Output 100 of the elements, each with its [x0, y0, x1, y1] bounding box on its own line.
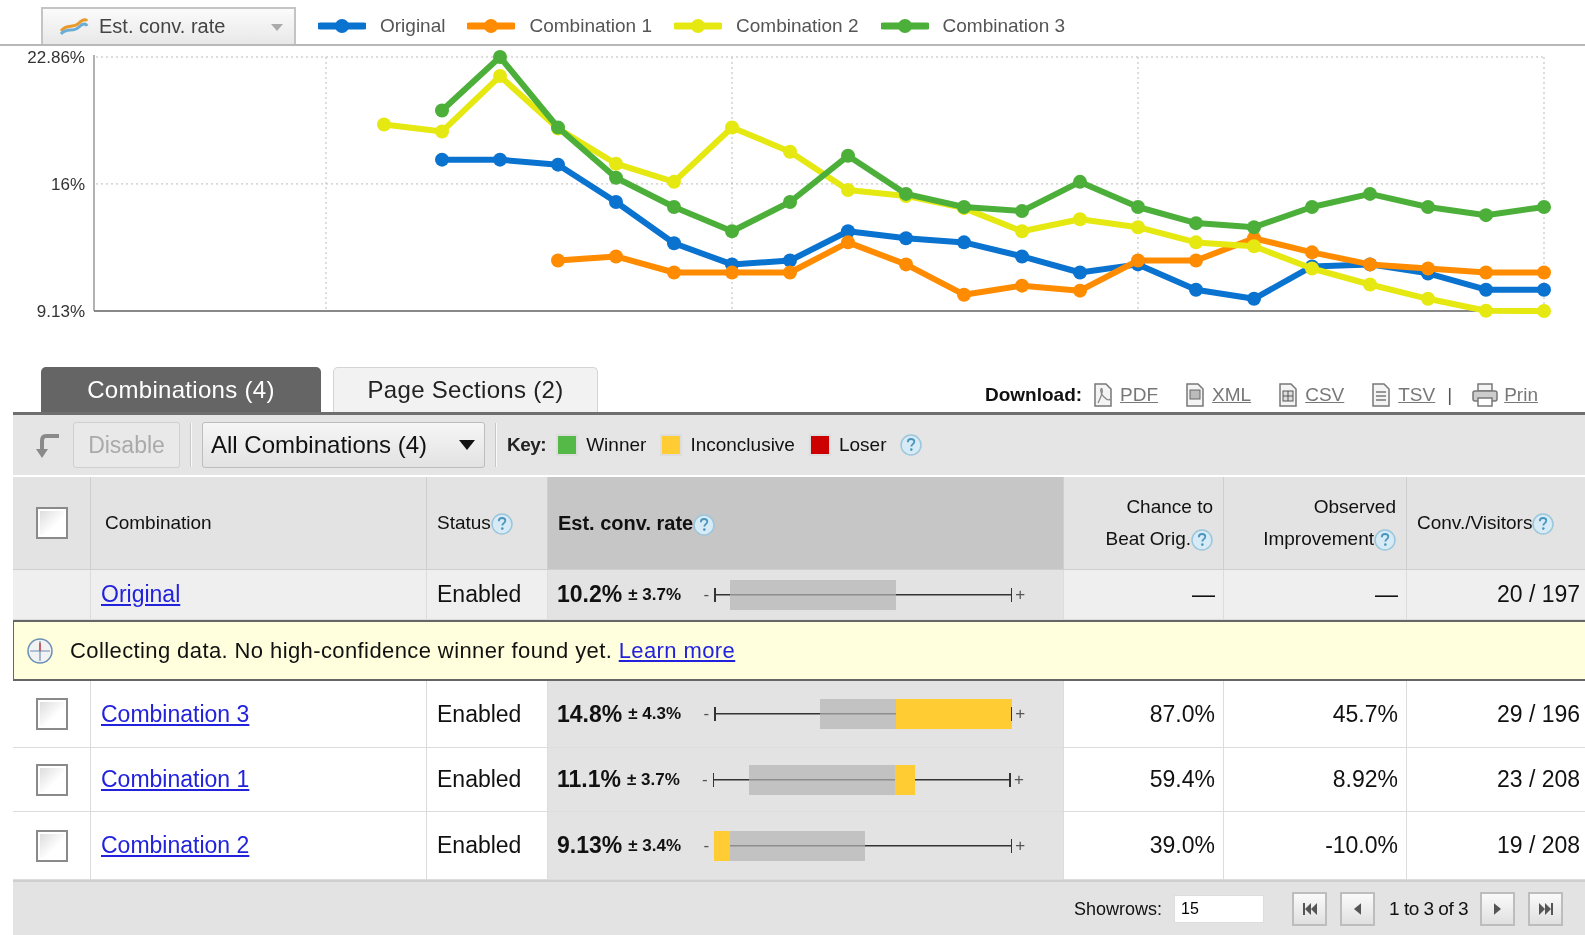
rate-value: 11.1% [557, 766, 621, 793]
data-point [841, 148, 855, 163]
improvement-value: 45.7% [1332, 700, 1398, 728]
checkbox[interactable] [35, 507, 68, 539]
data-point [957, 235, 971, 250]
checkbox[interactable] [35, 698, 68, 730]
key-label: Loser [838, 434, 887, 456]
rate-value: 10.2% [557, 581, 623, 608]
data-point [1247, 291, 1261, 306]
conversions-value: 20 / 197 [1497, 581, 1581, 608]
checkbox[interactable] [35, 829, 68, 862]
outside-range-bar [894, 764, 915, 795]
data-point [1073, 283, 1087, 298]
help-icon[interactable] [1374, 529, 1396, 551]
combination-link[interactable]: Original [101, 581, 181, 608]
help-icon[interactable] [1532, 513, 1555, 535]
tab[interactable]: Page Sections (2) [333, 367, 598, 412]
status-text: Enabled [437, 700, 522, 728]
caret-icon [458, 439, 476, 451]
conversions-value: 29 / 196 [1497, 700, 1581, 728]
data-point [609, 195, 623, 210]
last-page-button[interactable] [1528, 892, 1564, 926]
data-point [1479, 265, 1493, 280]
data-point [1305, 245, 1319, 260]
column-header[interactable]: Est. conv. rate [548, 477, 1064, 569]
chance-value: 59.4% [1149, 766, 1215, 793]
rate-value: 9.13% [557, 832, 623, 859]
data-point [783, 265, 797, 280]
printer-icon [1472, 383, 1499, 407]
status-text: Enabled [437, 832, 522, 859]
help-icon[interactable] [693, 513, 716, 536]
data-point [783, 144, 797, 159]
legend-swatch [467, 18, 516, 34]
scale-max-label: + [1014, 584, 1027, 605]
data-point [435, 152, 449, 167]
data-point [899, 257, 913, 272]
data-point [667, 200, 681, 215]
legend-swatch [880, 18, 929, 34]
column-header[interactable]: Observed Improvement [1224, 477, 1407, 569]
rows-input[interactable]: 15 [1174, 895, 1265, 923]
previous-page-button[interactable] [1340, 892, 1376, 926]
data-point [1131, 200, 1145, 215]
data-point [1073, 212, 1087, 227]
data-point [1363, 277, 1377, 292]
data-point [1537, 282, 1551, 297]
next-icon [1494, 903, 1502, 915]
download-link[interactable]: XML [1212, 384, 1252, 406]
help-icon[interactable] [900, 434, 923, 456]
data-point [1363, 186, 1377, 201]
column-header[interactable]: Combination [91, 477, 427, 569]
data-point [841, 183, 855, 197]
scale-max-label: + [1014, 704, 1027, 724]
margin-value: ± 3.4% [628, 835, 683, 856]
download-link[interactable]: Prin [1504, 384, 1538, 406]
data-point [377, 117, 391, 132]
data-point [783, 195, 797, 210]
data-point [667, 236, 681, 251]
axis-tick-label: 9.13% [36, 302, 85, 321]
conversions-value: 23 / 208 [1497, 766, 1581, 793]
data-point [1073, 265, 1087, 280]
data-point [1189, 235, 1203, 250]
data-point [609, 249, 623, 264]
column-header[interactable]: Chance to Beat Orig. [1064, 477, 1224, 569]
combination-link[interactable]: Combination 3 [101, 700, 250, 728]
data-point [667, 174, 681, 189]
help-icon[interactable] [490, 513, 513, 535]
tab[interactable]: Combinations (4) [41, 367, 321, 412]
combination-link[interactable]: Combination 2 [101, 832, 250, 859]
metric-dropdown[interactable]: Est. conv. rate [41, 7, 296, 44]
filter-dropdown[interactable]: All Combinations (4) [202, 422, 485, 468]
help-icon[interactable] [1191, 529, 1213, 551]
spreadsheet-icon [1277, 383, 1300, 407]
column-header[interactable]: Conv./Visitors [1407, 477, 1585, 569]
data-point [1131, 253, 1145, 268]
page-range-text: 1 to 3 of 3 [1389, 898, 1469, 920]
data-point [493, 50, 507, 64]
download-link[interactable]: TSV [1398, 384, 1436, 406]
data-point [1537, 200, 1551, 215]
data-point [841, 235, 855, 250]
data-point [1015, 278, 1029, 293]
data-point [725, 120, 739, 135]
data-point [1479, 282, 1493, 297]
checkbox[interactable] [35, 763, 68, 796]
next-page-button[interactable] [1480, 892, 1516, 926]
legend-label: Combination 2 [736, 15, 859, 37]
data-point [551, 120, 565, 135]
scale-min-label: - [702, 584, 711, 605]
download-link[interactable]: CSV [1305, 384, 1345, 406]
data-point [1479, 303, 1493, 318]
download-link[interactable]: PDF [1120, 384, 1159, 406]
scale-max-label: + [1014, 835, 1027, 856]
scale-min-label: - [701, 769, 709, 790]
combination-link[interactable]: Combination 1 [101, 766, 250, 793]
document-icon [1092, 383, 1115, 407]
learn-more-link[interactable]: Learn more [618, 637, 736, 663]
data-point [435, 124, 449, 139]
axis-tick-label: 16% [50, 174, 85, 194]
first-page-button[interactable] [1292, 892, 1328, 926]
data-point [783, 253, 797, 268]
status-text: Enabled [437, 766, 522, 793]
